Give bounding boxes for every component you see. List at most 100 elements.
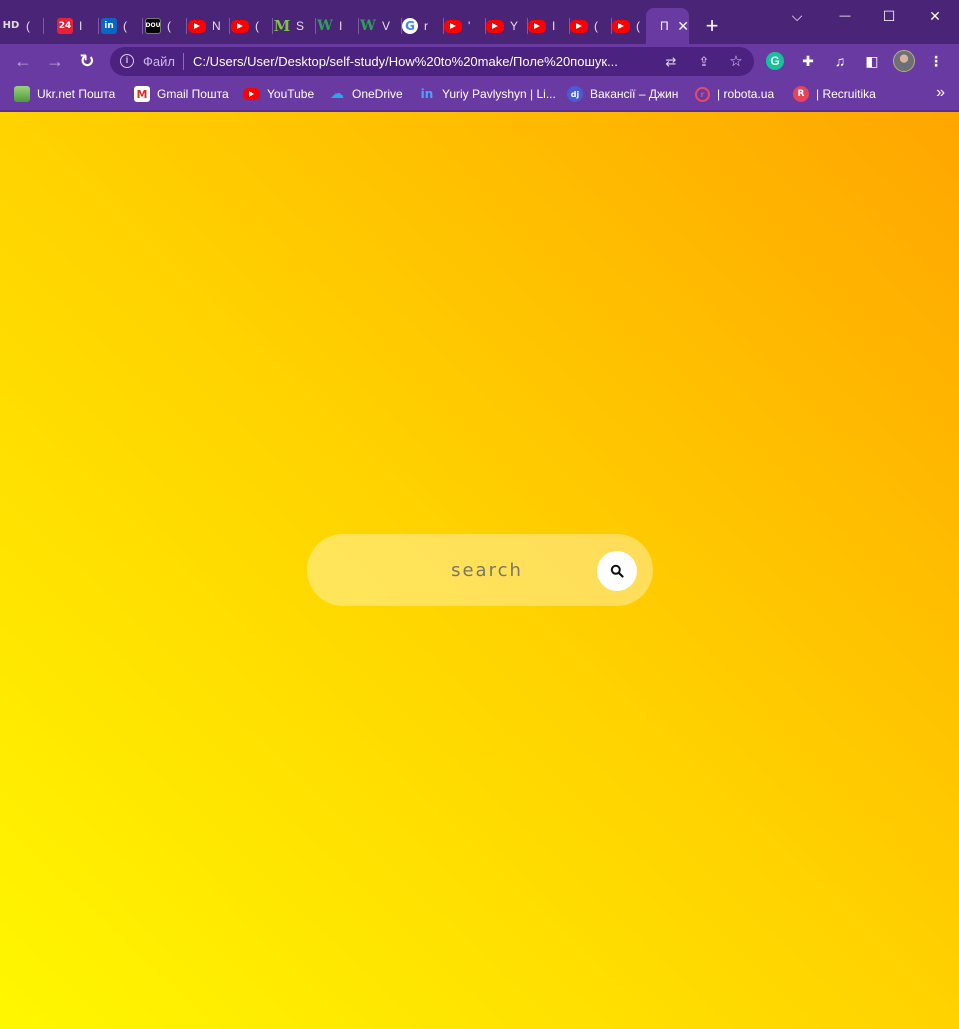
youtube-icon — [188, 19, 206, 33]
tab-separator — [98, 18, 99, 34]
side-panel-icon[interactable]: ◧ — [861, 50, 883, 72]
linkedin-icon: in — [420, 87, 434, 101]
google-icon: G — [402, 18, 418, 34]
bookmarks-overflow-icon[interactable]: » — [936, 84, 945, 102]
tab[interactable]: I — [528, 8, 570, 44]
tab[interactable]: MS — [274, 8, 316, 44]
tab-active[interactable]: П ✕ — [646, 8, 689, 44]
maximize-button[interactable]: ☐ — [866, 4, 912, 28]
bookmark-item[interactable]: M Gmail Пошта — [134, 85, 229, 103]
site-info-icon[interactable]: i — [120, 54, 134, 68]
bookmark-label: OneDrive — [352, 87, 403, 101]
m-icon: M — [273, 16, 291, 35]
tab-title: ( — [26, 19, 30, 33]
tab-separator — [229, 18, 230, 34]
tab-separator — [43, 18, 44, 34]
tab[interactable]: Y — [486, 8, 528, 44]
tab[interactable]: Gr — [402, 8, 444, 44]
tab-title: ( — [636, 19, 640, 33]
bookmark-label: | Recruitika — [816, 87, 876, 101]
url-text[interactable]: C:/Users/User/Desktop/self-study/How%20t… — [193, 54, 658, 69]
tab[interactable]: HD ( — [2, 8, 44, 44]
bookmark-item[interactable]: YouTube — [243, 85, 314, 103]
tab-title: ' — [468, 19, 471, 33]
search-input[interactable] — [347, 552, 587, 588]
grammarly-icon[interactable]: G — [766, 52, 784, 70]
bookmark-item[interactable]: ☁ OneDrive — [329, 85, 403, 103]
extensions-icon[interactable]: ✚ — [797, 50, 819, 72]
bookmark-item[interactable]: dj Вакансії – Джин — [567, 85, 678, 103]
tab-close-icon[interactable]: ✕ — [677, 18, 689, 35]
tab-strip: HD(24 Iin(DOU(N(M S W I W V Gr ' Y I(( П ✕ + ⌵ — ☐… — [0, 0, 959, 44]
tab[interactable]: WV — [360, 8, 402, 44]
menu-icon[interactable]: ⋮ — [925, 50, 947, 72]
tab-title: r — [424, 19, 428, 33]
tab-title: ( — [123, 19, 127, 33]
tab[interactable]: ' — [444, 8, 486, 44]
tab-title: ( — [167, 19, 171, 33]
address-bar[interactable]: i Файл C:/Users/User/Desktop/self-study/… — [110, 47, 754, 76]
media-control-icon[interactable]: ♫ — [829, 50, 851, 72]
gmail-icon: M — [134, 86, 150, 102]
bookmark-label: | robota.ua — [717, 87, 775, 101]
bookmark-label: Gmail Пошта — [157, 87, 229, 101]
search-box — [307, 534, 653, 606]
tab-title: I — [339, 19, 343, 33]
bookmark-item[interactable]: in Yuriy Pavlyshyn | Li... — [419, 85, 556, 103]
tab-title: I — [552, 19, 556, 33]
page-background — [0, 112, 959, 1029]
bookmark-item[interactable]: Ukr.net Пошта — [14, 85, 115, 103]
ukrnet-icon — [14, 86, 30, 102]
tab-title: ( — [255, 19, 259, 33]
tab-title: V — [382, 19, 390, 33]
minimize-button[interactable]: — — [822, 4, 868, 28]
tab[interactable]: ( — [231, 8, 273, 44]
search-button[interactable] — [597, 551, 637, 591]
bookmark-label: YouTube — [267, 87, 315, 101]
new-tab-button[interactable]: + — [700, 14, 724, 38]
protocol-label: Файл — [143, 54, 175, 69]
tab[interactable]: WI — [317, 8, 359, 44]
share-icon[interactable]: ⇪ — [695, 53, 713, 71]
tab-title: Y — [510, 19, 518, 33]
back-button[interactable]: ← — [11, 49, 35, 73]
tab[interactable]: 24 I — [57, 8, 99, 44]
youtube-icon — [612, 19, 630, 33]
reload-button[interactable]: ↻ — [75, 49, 99, 73]
tab-separator — [142, 18, 143, 34]
tab-search-dropdown-icon[interactable]: ⌵ — [774, 4, 820, 28]
tab-separator — [186, 18, 187, 34]
tab[interactable]: in ( — [101, 8, 143, 44]
close-window-button[interactable]: ✕ — [912, 4, 958, 28]
bookmark-label: Yuriy Pavlyshyn | Li... — [442, 87, 556, 101]
translate-icon[interactable]: ⇄ — [662, 53, 680, 71]
bookmark-item[interactable]: r | robota.ua — [695, 85, 774, 103]
browser-toolbar: ← → ↻ i Файл C:/Users/User/Desktop/self-… — [0, 44, 959, 78]
24-icon: 24 — [57, 18, 73, 34]
tab-title: ( — [594, 19, 598, 33]
robota-icon: r — [695, 86, 710, 102]
profile-avatar[interactable] — [893, 50, 915, 72]
forward-button[interactable]: → — [43, 49, 67, 73]
hd-icon: HD — [2, 20, 20, 31]
search-icon — [610, 564, 624, 578]
bookmark-label: Вакансії – Джин — [590, 87, 679, 101]
bookmark-item[interactable]: R | Recruitika — [793, 85, 876, 103]
youtube-icon — [570, 19, 588, 33]
linkedin-icon: in — [101, 18, 117, 34]
tab[interactable]: ( — [570, 8, 612, 44]
tab[interactable]: N — [188, 8, 230, 44]
w-icon: W — [317, 18, 333, 34]
address-divider — [183, 53, 184, 70]
dou-icon: DOU — [145, 18, 161, 34]
youtube-icon — [243, 88, 260, 100]
youtube-icon — [486, 19, 504, 33]
youtube-icon — [231, 19, 249, 33]
bookmark-star-icon[interactable]: ☆ — [727, 53, 745, 71]
recruitika-icon: R — [793, 86, 809, 102]
youtube-icon — [444, 19, 462, 33]
djinni-icon: dj — [567, 86, 583, 102]
tab-title: N — [212, 19, 220, 33]
tab-title: S — [296, 19, 304, 33]
tab[interactable]: DOU ( — [145, 8, 187, 44]
